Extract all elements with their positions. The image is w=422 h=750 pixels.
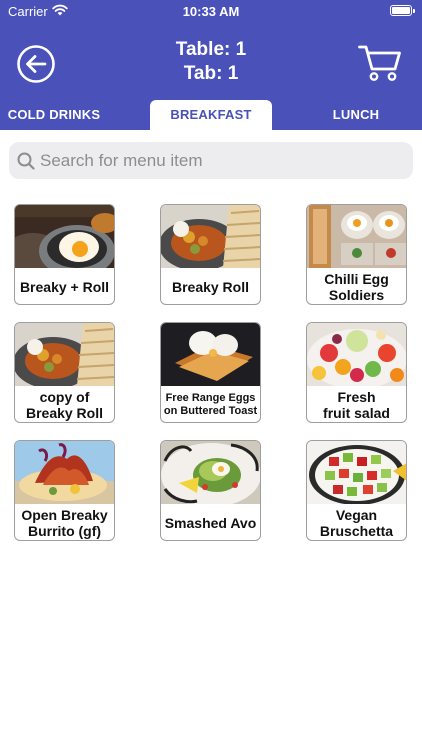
open-burrito-bacon-image xyxy=(15,441,114,504)
category-tabs: COLD DRINKS BREAKFAST LUNCH xyxy=(0,100,422,130)
search-icon xyxy=(17,152,35,170)
menu-item-card[interactable]: Breaky Roll xyxy=(160,204,261,305)
menu-item-card[interactable]: Smashed Avo xyxy=(160,440,261,541)
menu-item-label: Chilli Egg Soldiers xyxy=(324,270,389,303)
tab-breakfast[interactable]: BREAKFAST xyxy=(150,100,272,130)
menu-item-card[interactable]: Chilli Egg Soldiers xyxy=(306,204,407,305)
menu-item-label: Breaky Roll xyxy=(171,278,250,295)
clock: 10:33 AM xyxy=(182,4,240,19)
menu-item-label: copy of Breaky Roll xyxy=(25,388,104,421)
menu-item-label: Breaky + Roll xyxy=(19,278,110,295)
fried-egg-potato-plate-image xyxy=(15,205,114,268)
menu-item-label: Free Range Eggs on Buttered Toast xyxy=(163,391,258,417)
menu-item-card[interactable]: Open Breaky Burrito (gf) xyxy=(14,440,115,541)
menu-item-label: Vegan Bruschetta xyxy=(319,506,394,539)
menu-item-label: Open Breaky Burrito (gf) xyxy=(21,506,108,539)
potato-hash-with-roll-image xyxy=(161,205,260,268)
vegan-bruschetta-bowl-image xyxy=(307,441,406,504)
menu-item-card[interactable]: copy of Breaky Roll xyxy=(14,322,115,423)
menu-item-card[interactable]: Free Range Eggs on Buttered Toast xyxy=(160,322,261,423)
shopping-cart-icon[interactable] xyxy=(358,44,402,82)
tab-cold-drinks[interactable]: COLD DRINKS xyxy=(0,100,108,130)
menu-item-label: Smashed Avo xyxy=(164,514,257,531)
search-input[interactable] xyxy=(40,142,400,179)
app-header: Carrier 10:33 AM Table: 1 Tab: 1 COLD DR… xyxy=(0,0,422,130)
fruit-salad-bowl-image xyxy=(307,323,406,386)
menu-item-card[interactable]: Fresh fruit salad xyxy=(306,322,407,423)
battery-icon xyxy=(390,5,415,16)
status-bar: Carrier 10:33 AM xyxy=(0,0,422,24)
toast-soldiers-jars-image xyxy=(307,205,406,268)
menu-item-card[interactable]: Vegan Bruschetta xyxy=(306,440,407,541)
menu-item-card[interactable]: Breaky + Roll xyxy=(14,204,115,305)
poached-eggs-toast-image xyxy=(161,323,260,386)
search-bar xyxy=(9,142,413,179)
tab-lunch[interactable]: LUNCH xyxy=(306,100,406,130)
potato-hash-with-roll-image xyxy=(15,323,114,386)
menu-item-label: Fresh fruit salad xyxy=(323,388,390,421)
smashed-avocado-plate-image xyxy=(161,441,260,504)
